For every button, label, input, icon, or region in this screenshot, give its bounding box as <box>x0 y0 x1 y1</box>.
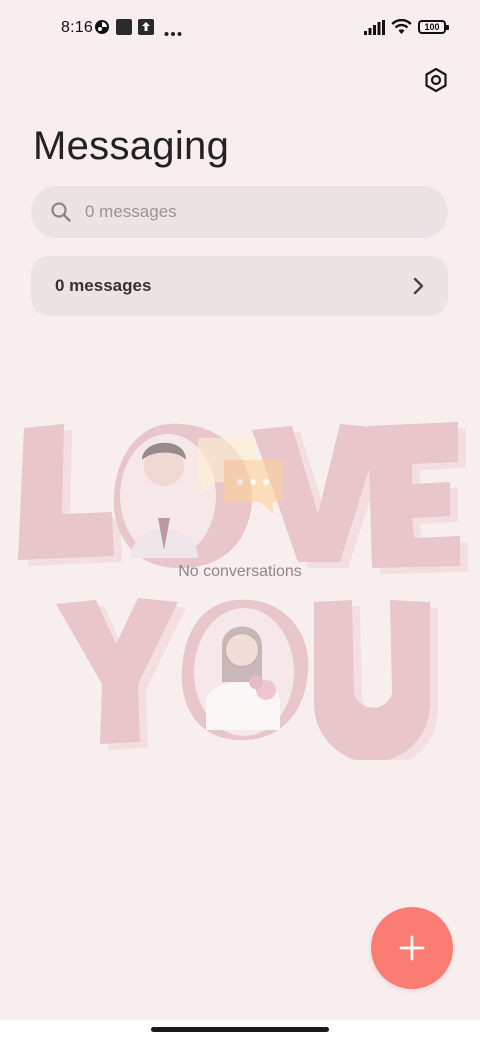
settings-button[interactable] <box>422 66 450 94</box>
search-icon <box>51 202 71 222</box>
home-indicator[interactable] <box>151 1027 329 1032</box>
empty-state-text: No conversations <box>178 563 302 580</box>
search-bar[interactable] <box>31 186 448 238</box>
battery-icon: 100 <box>418 20 449 34</box>
signal-icon <box>364 20 386 40</box>
settings-hexagon-icon <box>425 67 447 93</box>
status-time: 8:16 <box>61 19 93 36</box>
page-title: Messaging <box>33 124 230 168</box>
new-message-button[interactable] <box>371 907 453 989</box>
square-app-icon <box>116 19 132 40</box>
notification-app-icon <box>94 19 110 40</box>
search-input[interactable] <box>83 201 407 223</box>
chevron-right-icon <box>413 277 424 295</box>
messages-row-label: 0 messages <box>55 276 152 295</box>
more-dots-icon <box>164 24 182 42</box>
wifi-icon <box>391 18 412 40</box>
upload-icon <box>138 19 154 40</box>
plus-icon <box>399 935 425 961</box>
status-bar: 8:16 100 <box>0 0 480 56</box>
messages-row[interactable]: 0 messages <box>31 256 448 316</box>
